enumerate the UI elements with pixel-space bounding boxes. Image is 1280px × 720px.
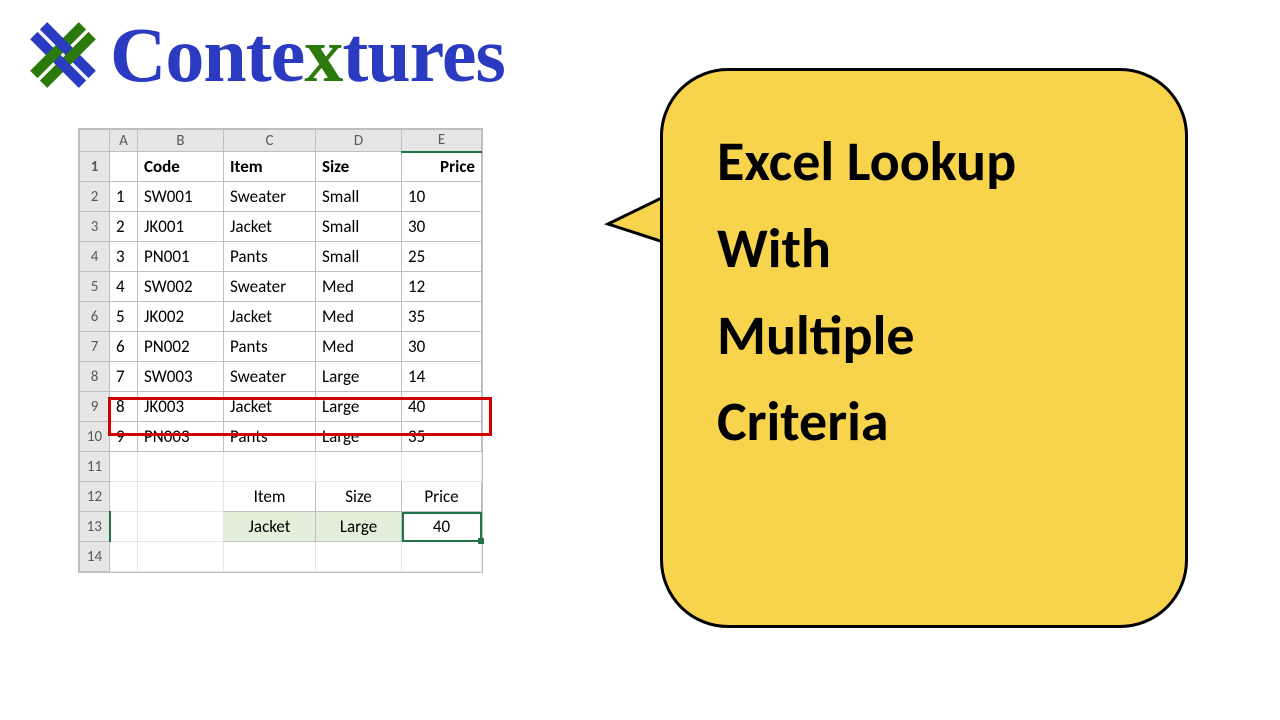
col-e[interactable]: E: [402, 130, 482, 152]
table-row: 54SW002SweaterMed12: [80, 272, 482, 302]
row-num[interactable]: 1: [80, 152, 110, 182]
table-row: 14: [80, 542, 482, 572]
col-a[interactable]: A: [110, 130, 138, 152]
col-d[interactable]: D: [316, 130, 402, 152]
column-headers: A B C D E: [80, 130, 482, 152]
brand-logo: Contextures: [20, 10, 505, 100]
table-row: 76PN002PantsMed30: [80, 332, 482, 362]
table-row: 1 Code Item Size Price: [80, 152, 482, 182]
callout-bubble: Excel Lookup With Multiple Criteria: [660, 68, 1188, 628]
callout-text: Excel Lookup With Multiple Criteria: [717, 119, 1131, 466]
table-row: 87SW003SweaterLarge14: [80, 362, 482, 392]
spreadsheet: A B C D E 1 Code Item Size Price 21SW001…: [78, 128, 483, 573]
table-row: 11: [80, 452, 482, 482]
table-row: 43PN001PantsSmall25: [80, 242, 482, 272]
weave-icon: [20, 12, 106, 98]
table-row: 21SW001SweaterSmall10: [80, 182, 482, 212]
table-row: 13JacketLarge40: [80, 512, 482, 542]
table-row: 32JK001JacketSmall30: [80, 212, 482, 242]
table-row: 98JK003JacketLarge40: [80, 392, 482, 422]
table-row: 65JK002JacketMed35: [80, 302, 482, 332]
active-cell[interactable]: 40: [402, 512, 482, 542]
table-row: 12ItemSizePrice: [80, 482, 482, 512]
col-c[interactable]: C: [224, 130, 316, 152]
corner-cell: [80, 130, 110, 152]
brand-name: Contextures: [110, 10, 505, 100]
table-row: 109PN003PantsLarge35: [80, 422, 482, 452]
col-b[interactable]: B: [138, 130, 224, 152]
